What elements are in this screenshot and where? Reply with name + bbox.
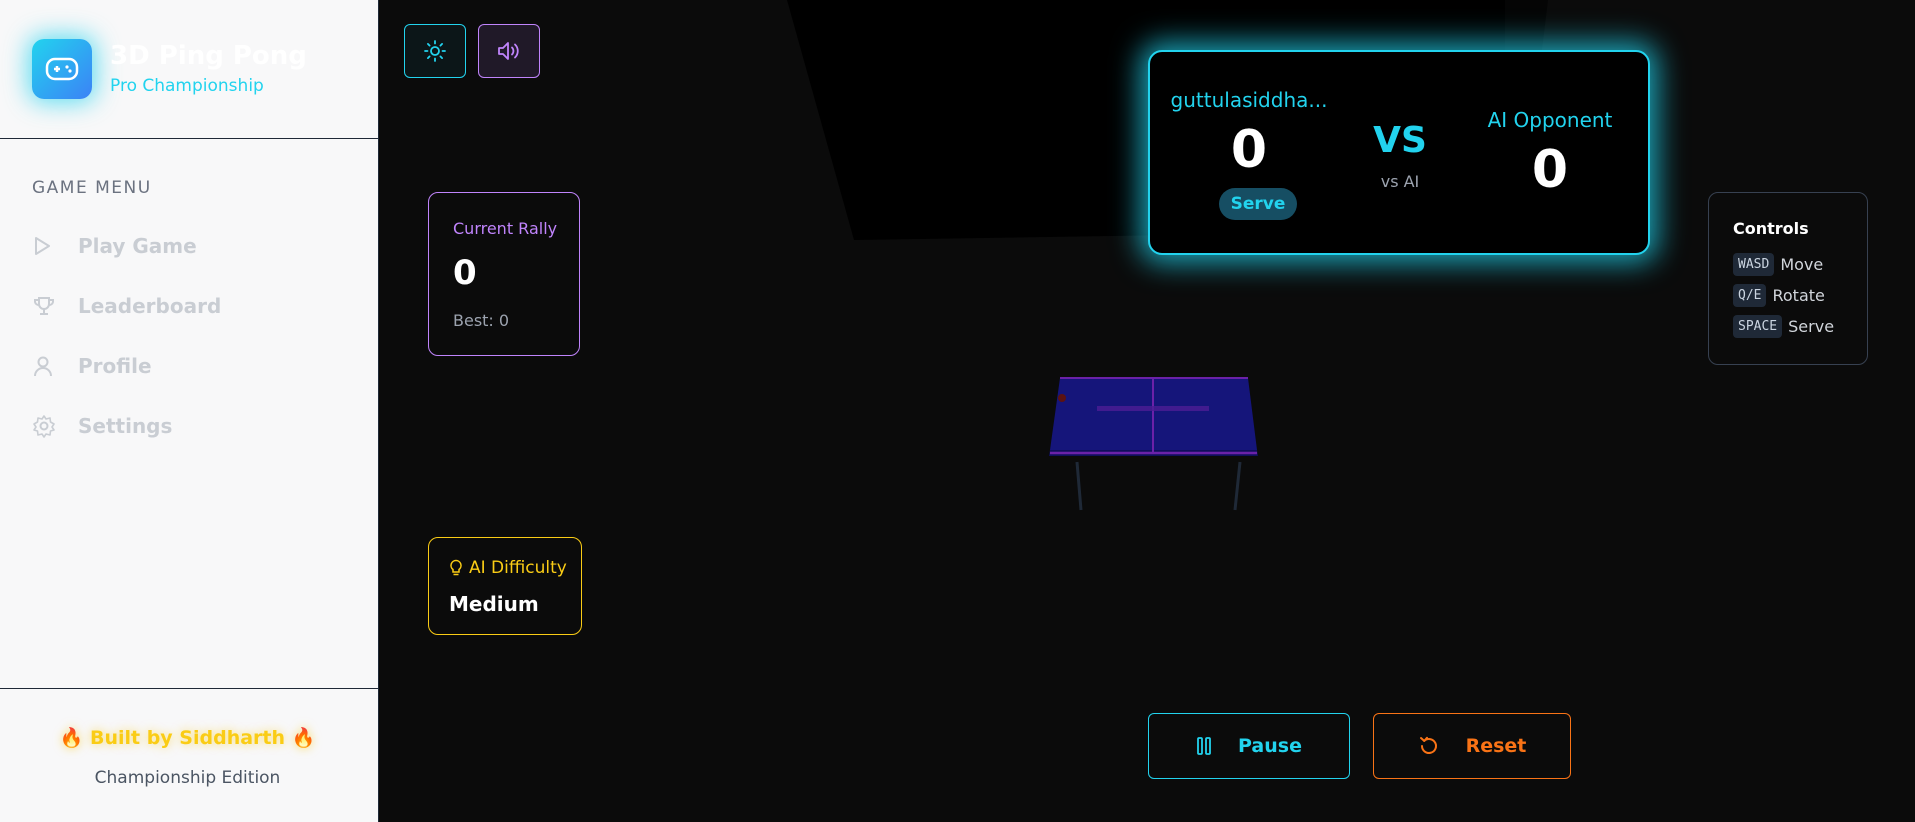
- scoreboard: guttulasiddha... 0 Serve VS vs AI AI Opp…: [1148, 50, 1650, 255]
- game-menu: Play Game Leaderboard Profile Settings: [32, 216, 221, 456]
- control-row: WASD Move: [1733, 253, 1823, 276]
- reset-label: Reset: [1465, 735, 1527, 757]
- menu-item-label: Play Game: [78, 234, 197, 258]
- serve-badge: Serve: [1219, 188, 1297, 220]
- footer-edition: Championship Edition: [94, 768, 281, 788]
- gear-icon: [32, 411, 66, 441]
- menu-item-leaderboard[interactable]: Leaderboard: [32, 276, 221, 336]
- control-action: Rotate: [1772, 286, 1825, 305]
- opponent-score: 0: [1531, 140, 1569, 200]
- vs-ai-label: vs AI: [1380, 172, 1420, 191]
- footer-credit: 🔥 Built by Siddharth 🔥: [59, 727, 316, 749]
- control-action: Move: [1780, 255, 1824, 274]
- rally-best: Best: 0: [453, 311, 510, 330]
- menu-item-label: Leaderboard: [78, 294, 222, 318]
- theme-toggle-button[interactable]: [404, 24, 466, 78]
- reset-button[interactable]: Reset: [1373, 713, 1571, 779]
- control-row: Q/E Rotate: [1733, 284, 1825, 307]
- control-row: SPACE Serve: [1733, 315, 1834, 338]
- ping-pong-table: [1035, 370, 1275, 524]
- gamepad-icon: [32, 39, 92, 99]
- lightbulb-icon: [449, 559, 463, 577]
- rally-title: Current Rally: [453, 219, 558, 238]
- ai-difficulty-panel[interactable]: AI Difficulty Medium: [428, 537, 582, 635]
- reset-icon: [1418, 735, 1440, 757]
- pause-icon: [1196, 736, 1212, 756]
- controls-panel: Controls WASD Move Q/E Rotate SPACE Serv…: [1708, 192, 1868, 365]
- brand: 3D Ping Pong Pro Championship: [32, 38, 307, 100]
- sidebar-divider: [0, 688, 379, 689]
- key-badge: SPACE: [1733, 315, 1783, 338]
- current-rally-panel: Current Rally 0 Best: 0: [428, 192, 580, 356]
- menu-item-profile[interactable]: Profile: [32, 336, 221, 396]
- menu-item-play-game[interactable]: Play Game: [32, 216, 221, 276]
- pause-button[interactable]: Pause: [1148, 713, 1350, 779]
- sidebar: 3D Ping Pong Pro Championship GAME MENU …: [0, 0, 379, 822]
- sidebar-divider: [0, 138, 379, 139]
- player-score: 0: [1230, 120, 1268, 180]
- sun-icon: [423, 39, 447, 63]
- sound-toggle-button[interactable]: [478, 24, 540, 78]
- menu-item-label: Settings: [78, 414, 173, 438]
- app-title: 3D Ping Pong: [110, 40, 307, 71]
- trophy-icon: [32, 291, 66, 321]
- key-badge: Q/E: [1733, 284, 1767, 307]
- user-icon: [32, 351, 66, 381]
- key-badge: WASD: [1733, 253, 1775, 276]
- game-area[interactable]: guttulasiddha... 0 Serve VS vs AI AI Opp…: [380, 0, 1915, 822]
- speaker-icon: [496, 39, 522, 63]
- player-name: guttulasiddha...: [1170, 88, 1328, 112]
- difficulty-title: AI Difficulty: [469, 558, 567, 578]
- menu-heading: GAME MENU: [32, 178, 152, 198]
- opponent-name: AI Opponent: [1487, 108, 1613, 132]
- rally-count: 0: [453, 253, 477, 293]
- app-subtitle: Pro Championship: [110, 76, 264, 97]
- controls-title: Controls: [1733, 219, 1809, 238]
- difficulty-value: Medium: [449, 592, 539, 616]
- play-icon: [32, 231, 66, 261]
- control-action: Serve: [1788, 317, 1835, 336]
- vs-label: VS: [1373, 120, 1427, 161]
- menu-item-settings[interactable]: Settings: [32, 396, 221, 456]
- pause-label: Pause: [1238, 735, 1302, 757]
- menu-item-label: Profile: [78, 354, 152, 378]
